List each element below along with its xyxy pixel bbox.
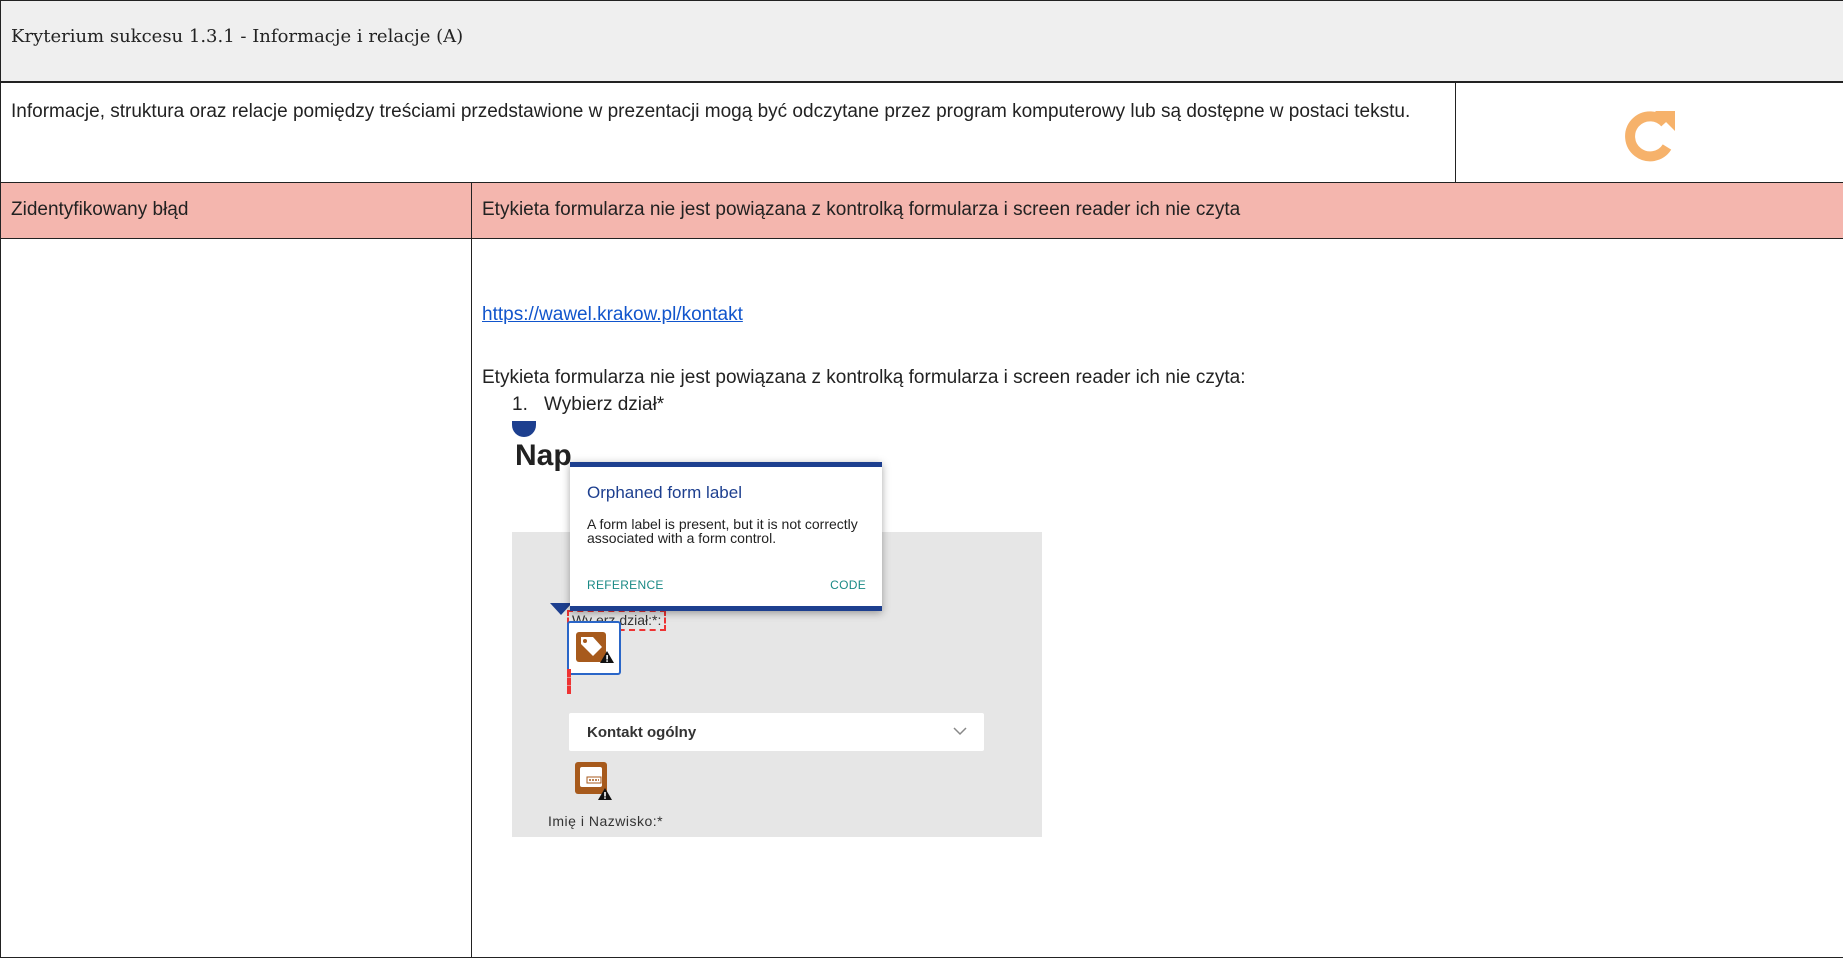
- list-item-number: 1.: [512, 394, 528, 415]
- error-value-cell: Etykieta formularza nie jest powiązana z…: [471, 182, 1843, 239]
- criterion-title-cell: Kryterium sukcesu 1.3.1 - Informacje i r…: [0, 0, 1843, 83]
- page-link[interactable]: https://wawel.krakow.pl/kontakt: [482, 304, 743, 326]
- reference-link[interactable]: REFERENCE: [587, 578, 664, 592]
- popup-pointer: [550, 603, 572, 615]
- department-select-value: Kontakt ogólny: [587, 724, 697, 741]
- popup-body: A form label is present, but it is not c…: [587, 516, 858, 546]
- field-label-tag-icon: [575, 762, 612, 800]
- orphaned-label-popup: Orphaned form label A form label is pres…: [570, 462, 882, 611]
- orphaned-label-tag-icon: [567, 621, 621, 675]
- screenshot-heading: Nap: [515, 439, 572, 472]
- list-item-text: Wybierz dział*: [544, 394, 665, 415]
- chevron-down-icon: [953, 727, 967, 736]
- error-label: Zidentyfikowany błąd: [11, 199, 189, 220]
- status-icon-cell: [1455, 82, 1843, 183]
- code-link[interactable]: CODE: [830, 578, 866, 592]
- error-label-cell: Zidentyfikowany błąd: [0, 182, 472, 239]
- details-cell: https://wawel.krakow.pl/kontakt Etykieta…: [471, 238, 1843, 958]
- badge-icon: [512, 421, 536, 437]
- redo-arrow-icon: [1625, 111, 1675, 162]
- details-description: Etykieta formularza nie jest powiązana z…: [482, 367, 1246, 388]
- department-select[interactable]: Kontakt ogólny: [569, 713, 984, 751]
- name-field-label: Imię i Nazwisko:*: [548, 813, 664, 829]
- error-value: Etykieta formularza nie jest powiązana z…: [482, 199, 1241, 220]
- empty-cell: [0, 238, 472, 958]
- criterion-description: Informacje, struktura oraz relacje pomię…: [11, 101, 1411, 122]
- error-outline-marker: [567, 669, 571, 694]
- list-item: 1. Wybierz dział*: [512, 394, 664, 416]
- criterion-description-cell: Informacje, struktura oraz relacje pomię…: [0, 82, 1456, 183]
- popup-title: Orphaned form label: [587, 483, 742, 502]
- form-screenshot: Nap Wy erz dział:*: Kontakt ogólny Imię …: [512, 421, 1042, 837]
- criterion-title: Kryterium sukcesu 1.3.1 - Informacje i r…: [11, 26, 464, 47]
